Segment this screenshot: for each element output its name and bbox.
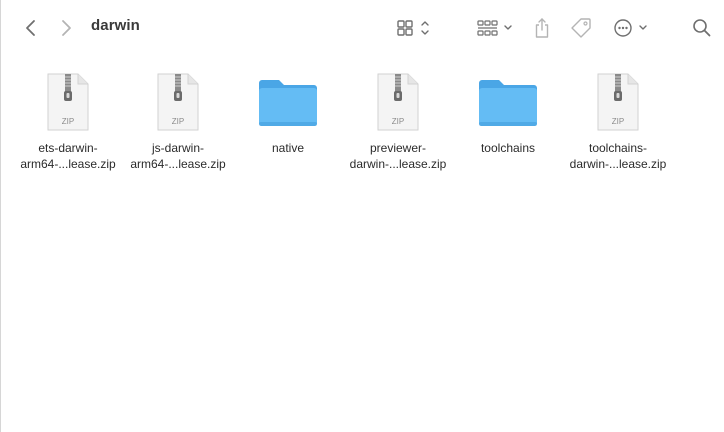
folder-item[interactable]: toolchains xyxy=(453,70,563,156)
file-name: js-darwin- arm64-...lease.zip xyxy=(123,140,233,172)
zip-file-icon: ZIP xyxy=(36,70,100,134)
folder-name: native xyxy=(233,140,343,156)
tag-icon xyxy=(571,18,591,38)
file-name: previewer- darwin-...lease.zip xyxy=(343,140,453,172)
share-icon xyxy=(535,18,549,38)
forward-button[interactable] xyxy=(54,16,78,40)
search-icon xyxy=(693,19,711,37)
chevron-right-icon xyxy=(62,20,71,36)
chevron-left-icon xyxy=(26,20,35,36)
back-button[interactable] xyxy=(19,16,43,40)
file-item[interactable]: ZIP previewer- darwin-...lease.zip xyxy=(343,70,453,172)
file-name-line: darwin-...lease.zip xyxy=(349,157,447,171)
folder-name-line: native xyxy=(271,141,305,155)
folder-icon xyxy=(476,70,540,134)
file-grid: ZIP ets-darwin- arm64-...lease.zip ZIP j… xyxy=(1,56,724,432)
group-by-button[interactable] xyxy=(473,16,517,40)
file-name-line: previewer- xyxy=(369,141,426,155)
svg-text:ZIP: ZIP xyxy=(62,117,74,126)
file-name-line: toolchains- xyxy=(588,141,648,155)
folder-name: toolchains xyxy=(453,140,563,156)
grid-view-icon xyxy=(397,20,429,36)
search-button[interactable] xyxy=(689,16,715,40)
file-name-line: ets-darwin- xyxy=(38,141,98,155)
window-title: darwin xyxy=(91,17,140,34)
zip-file-icon: ZIP xyxy=(146,70,210,134)
ellipsis-circle-icon xyxy=(614,19,647,37)
view-mode-button[interactable] xyxy=(391,16,435,40)
file-item[interactable]: ZIP toolchains- darwin-...lease.zip xyxy=(563,70,673,172)
file-name-line: js-darwin- xyxy=(151,141,204,155)
share-button[interactable] xyxy=(530,14,554,42)
folder-name-line: toolchains xyxy=(480,141,536,155)
file-name-line: darwin-...lease.zip xyxy=(569,157,667,171)
toolbar: darwin xyxy=(1,0,724,56)
svg-text:ZIP: ZIP xyxy=(612,117,624,126)
file-name: ets-darwin- arm64-...lease.zip xyxy=(13,140,123,172)
folder-item[interactable]: native xyxy=(233,70,343,156)
folder-icon xyxy=(256,70,320,134)
zip-file-icon: ZIP xyxy=(366,70,430,134)
group-by-icon xyxy=(477,20,512,36)
more-actions-button[interactable] xyxy=(610,16,654,40)
zip-file-icon: ZIP xyxy=(586,70,650,134)
finder-window: darwin ZIP ets-darwin- arm64-...lease.zi… xyxy=(0,0,724,432)
svg-text:ZIP: ZIP xyxy=(172,117,184,126)
file-name: toolchains- darwin-...lease.zip xyxy=(563,140,673,172)
file-item[interactable]: ZIP js-darwin- arm64-...lease.zip xyxy=(123,70,233,172)
file-item[interactable]: ZIP ets-darwin- arm64-...lease.zip xyxy=(13,70,123,172)
file-name-line: arm64-...lease.zip xyxy=(20,157,116,171)
svg-text:ZIP: ZIP xyxy=(392,117,404,126)
file-name-line: arm64-...lease.zip xyxy=(130,157,226,171)
tag-button[interactable] xyxy=(568,15,594,41)
